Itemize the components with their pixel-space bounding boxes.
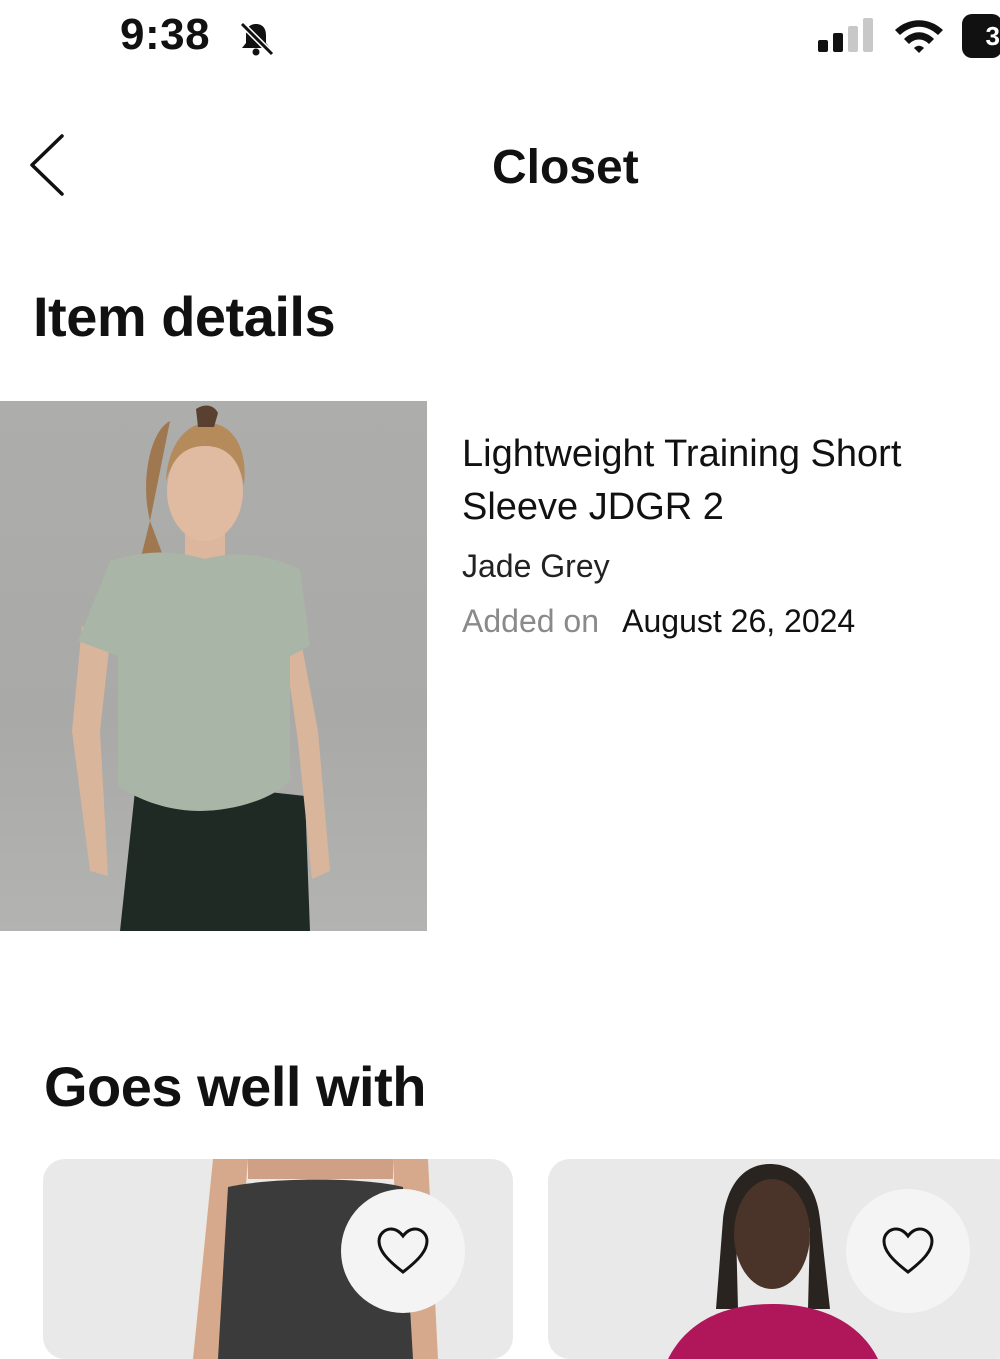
- nav-bar: Closet: [0, 110, 1000, 220]
- product-name: Lightweight Training Short Sleeve JDGR 2: [462, 433, 902, 528]
- product-info: Lightweight Training Short Sleeve JDGR 2…: [462, 428, 982, 640]
- recommendation-card[interactable]: [43, 1159, 513, 1359]
- goes-well-with-heading: Goes well with: [44, 1055, 426, 1118]
- battery-icon: 3: [962, 14, 1000, 58]
- added-date: August 26, 2024: [622, 603, 856, 639]
- status-bar: 9:38 3: [0, 0, 1000, 80]
- product-image[interactable]: [0, 401, 427, 931]
- back-button[interactable]: [24, 130, 74, 200]
- status-time: 9:38: [120, 10, 211, 59]
- heart-outline-icon: [882, 1227, 934, 1274]
- cellular-signal-icon: [818, 18, 873, 52]
- product-photo: [72, 405, 330, 931]
- page-title: Closet: [492, 141, 639, 194]
- recommendation-card[interactable]: [548, 1159, 1000, 1359]
- favorite-button[interactable]: [846, 1189, 970, 1313]
- bell-slash-icon: [239, 21, 275, 57]
- product-color: Jade Grey: [462, 548, 610, 584]
- added-date-row: Added on August 26, 2024: [462, 603, 982, 640]
- heart-outline-icon: [377, 1227, 429, 1274]
- favorite-button[interactable]: [341, 1189, 465, 1313]
- wifi-icon: [895, 20, 943, 53]
- added-label: Added on: [462, 603, 600, 639]
- item-details-heading: Item details: [33, 285, 336, 348]
